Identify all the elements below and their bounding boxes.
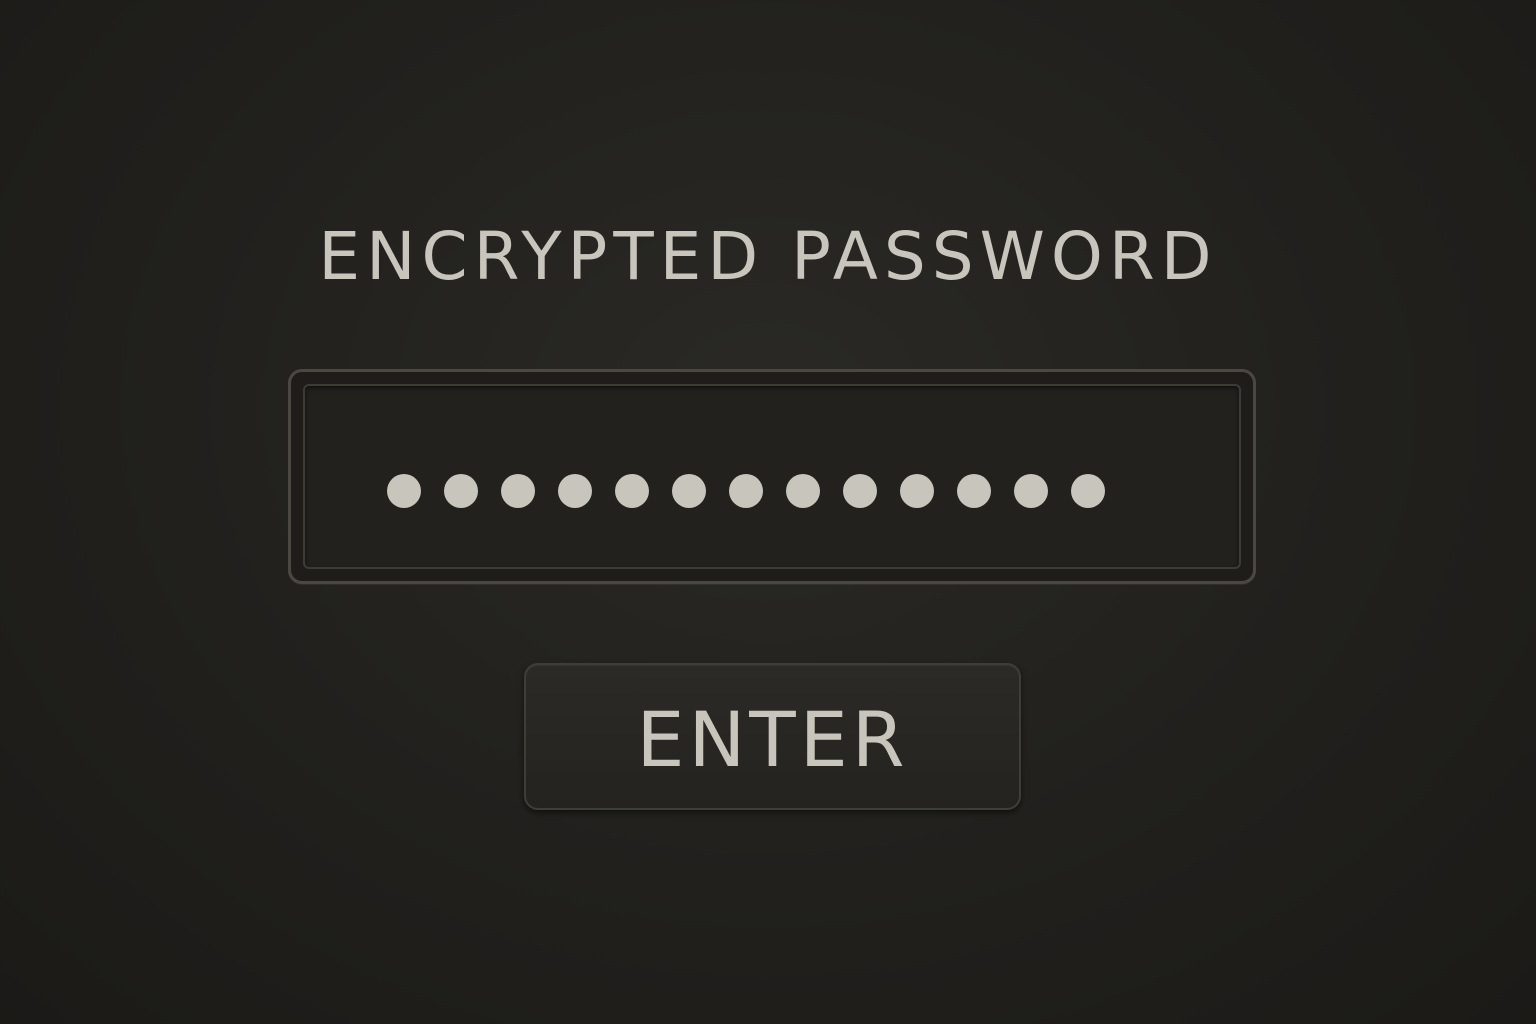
password-field[interactable] (288, 369, 1256, 584)
password-mask-dot (672, 474, 706, 508)
password-mask-dot (957, 474, 991, 508)
password-mask-dot (444, 474, 478, 508)
password-mask-dot (615, 474, 649, 508)
password-mask-dot (558, 474, 592, 508)
password-mask-dot (387, 474, 421, 508)
page-title: ENCRYPTED PASSWORD (318, 218, 1218, 295)
login-screen: ENCRYPTED PASSWORD ENTER (0, 0, 1536, 1024)
password-mask-dot (900, 474, 934, 508)
password-mask-dot (786, 474, 820, 508)
password-mask-dot (1014, 474, 1048, 508)
password-mask-dot (843, 474, 877, 508)
masked-password (387, 474, 1128, 508)
password-mask-dot (1071, 474, 1105, 508)
password-input[interactable] (303, 384, 1241, 569)
enter-button[interactable]: ENTER (524, 663, 1021, 810)
enter-button-label: ENTER (636, 695, 909, 784)
password-mask-dot (729, 474, 763, 508)
password-mask-dot (501, 474, 535, 508)
